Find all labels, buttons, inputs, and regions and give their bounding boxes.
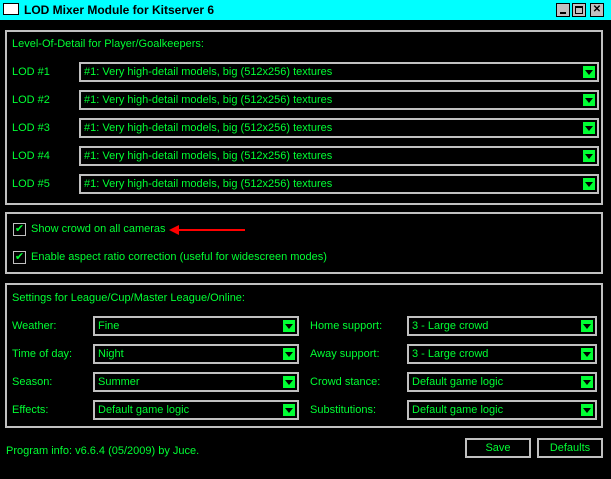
chevron-down-icon[interactable]	[580, 403, 594, 417]
time-of-day-value: Night	[98, 348, 124, 360]
lod-3-select[interactable]: #1: Very high-detail models, big (512x25…	[79, 118, 599, 138]
away-support-label: Away support:	[310, 348, 380, 360]
season-select[interactable]: Summer	[93, 372, 299, 392]
chevron-down-icon[interactable]	[580, 319, 594, 333]
aspect-ratio-checkbox[interactable]: ✔	[13, 251, 26, 264]
maximize-icon[interactable]	[572, 3, 586, 17]
window-title: LOD Mixer Module for Kitserver 6	[24, 3, 215, 17]
lod-5-select[interactable]: #1: Very high-detail models, big (512x25…	[79, 174, 599, 194]
home-support-value: 3 - Large crowd	[412, 320, 489, 332]
chevron-down-icon[interactable]	[580, 375, 594, 389]
chevron-down-icon[interactable]	[282, 319, 296, 333]
lod-3-value: #1: Very high-detail models, big (512x25…	[84, 122, 333, 134]
chevron-down-icon[interactable]	[282, 403, 296, 417]
show-crowd-checkbox[interactable]: ✔	[13, 223, 26, 236]
lod-2-select[interactable]: #1: Very high-detail models, big (512x25…	[79, 90, 599, 110]
aspect-ratio-label: Enable aspect ratio correction (useful f…	[31, 251, 327, 263]
substitutions-label: Substitutions:	[310, 404, 377, 416]
effects-select[interactable]: Default game logic	[93, 400, 299, 420]
chevron-down-icon[interactable]	[582, 177, 596, 191]
settings-group: Settings for League/Cup/Master League/On…	[5, 283, 603, 428]
crowd-stance-select[interactable]: Default game logic	[407, 372, 597, 392]
lod-1-select[interactable]: #1: Very high-detail models, big (512x25…	[79, 62, 599, 82]
lod-4-select[interactable]: #1: Very high-detail models, big (512x25…	[79, 146, 599, 166]
save-button[interactable]: Save	[465, 438, 531, 458]
chevron-down-icon[interactable]	[282, 347, 296, 361]
title-bar[interactable]: LOD Mixer Module for Kitserver 6 ✕	[0, 0, 611, 20]
window-icon[interactable]	[3, 3, 19, 15]
effects-value: Default game logic	[98, 404, 190, 416]
away-support-select[interactable]: 3 - Large crowd	[407, 344, 597, 364]
weather-select[interactable]: Fine	[93, 316, 299, 336]
defaults-button[interactable]: Defaults	[537, 438, 603, 458]
lod-2-label: LOD #2	[12, 94, 50, 106]
lod-2-value: #1: Very high-detail models, big (512x25…	[84, 94, 333, 106]
close-icon[interactable]: ✕	[590, 3, 604, 17]
lod-group: Level-Of-Detail for Player/Goalkeepers: …	[5, 30, 603, 205]
time-of-day-label: Time of day:	[12, 348, 73, 360]
crowd-stance-value: Default game logic	[412, 376, 504, 388]
lod-5-value: #1: Very high-detail models, big (512x25…	[84, 178, 333, 190]
effects-label: Effects:	[12, 404, 49, 416]
lod-1-value: #1: Very high-detail models, big (512x25…	[84, 66, 333, 78]
chevron-down-icon[interactable]	[582, 93, 596, 107]
crowd-stance-label: Crowd stance:	[310, 376, 381, 388]
substitutions-select[interactable]: Default game logic	[407, 400, 597, 420]
home-support-label: Home support:	[310, 320, 383, 332]
weather-label: Weather:	[12, 320, 57, 332]
chevron-down-icon[interactable]	[580, 347, 594, 361]
time-of-day-select[interactable]: Night	[93, 344, 299, 364]
lod-4-value: #1: Very high-detail models, big (512x25…	[84, 150, 333, 162]
chevron-down-icon[interactable]	[582, 65, 596, 79]
home-support-select[interactable]: 3 - Large crowd	[407, 316, 597, 336]
lod-group-label: Level-Of-Detail for Player/Goalkeepers:	[12, 38, 204, 50]
minimize-icon[interactable]	[556, 3, 570, 17]
chevron-down-icon[interactable]	[582, 121, 596, 135]
season-label: Season:	[12, 376, 53, 388]
lod-4-label: LOD #4	[12, 150, 50, 162]
weather-value: Fine	[98, 320, 120, 332]
season-value: Summer	[98, 376, 140, 388]
program-info: Program info: v6.6.4 (05/2009) by Juce.	[6, 445, 200, 457]
away-support-value: 3 - Large crowd	[412, 348, 489, 360]
lod-5-label: LOD #5	[12, 178, 50, 190]
substitutions-value: Default game logic	[412, 404, 504, 416]
lod-1-label: LOD #1	[12, 66, 50, 78]
lod-3-label: LOD #3	[12, 122, 50, 134]
options-group: ✔ Show crowd on all cameras ✔ Enable asp…	[5, 212, 603, 274]
chevron-down-icon[interactable]	[582, 149, 596, 163]
chevron-down-icon[interactable]	[282, 375, 296, 389]
show-crowd-label: Show crowd on all cameras	[31, 223, 166, 235]
settings-group-label: Settings for League/Cup/Master League/On…	[12, 292, 245, 304]
annotation-arrow-icon	[169, 225, 245, 235]
